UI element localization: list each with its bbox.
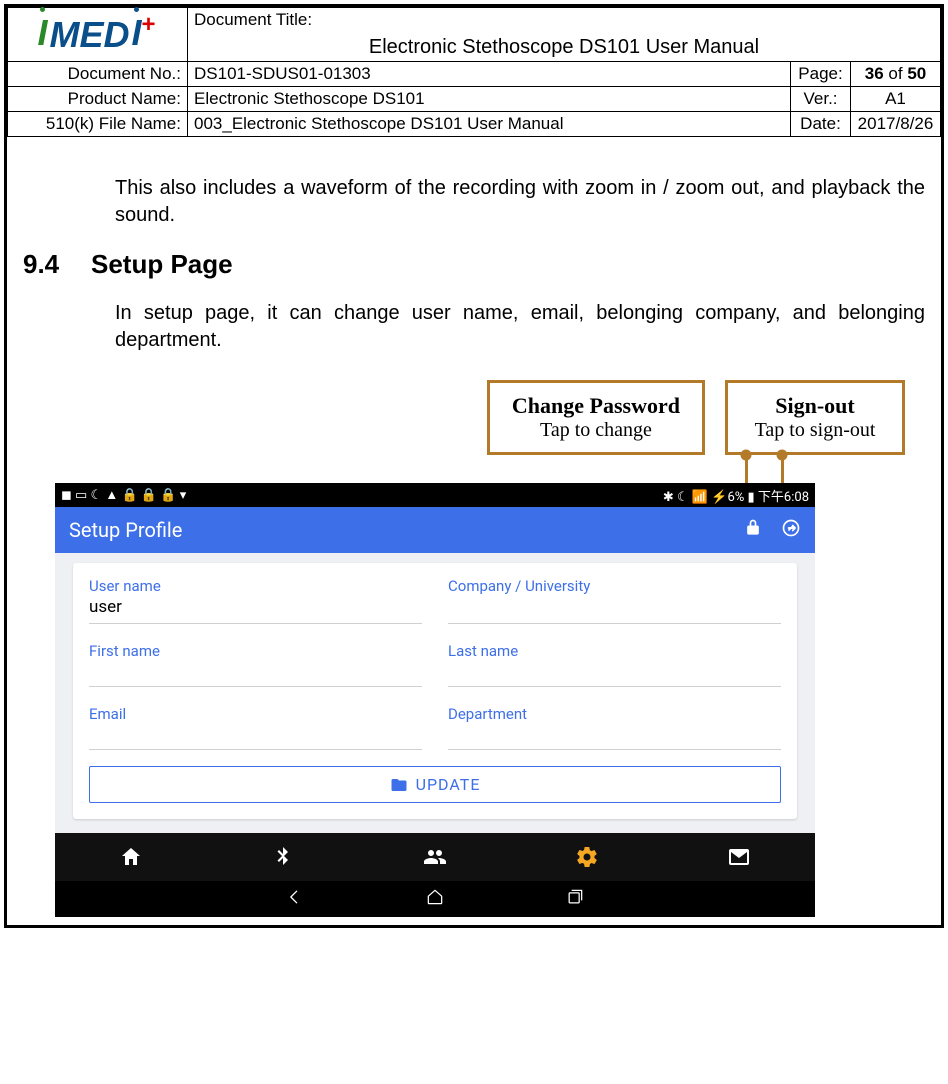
app-bar: Setup Profile <box>55 507 815 553</box>
callout-change-password: Change Password Tap to change <box>487 380 705 455</box>
ver-label: Ver.: <box>791 87 851 112</box>
callout-signout: Sign-out Tap to sign-out <box>725 380 905 455</box>
android-status-bar: ◼ ▭ ☾ ▲ 🔒 🔒 🔒 ▾ ✱ ☾ 📶 ⚡6% ▮ 下午6:08 <box>55 483 815 507</box>
nav-settings-active[interactable] <box>511 833 663 881</box>
doc-header-table: I MED I + Document Title: Electronic Ste… <box>7 7 941 137</box>
paragraph-waveform: This also includes a waveform of the rec… <box>115 175 925 229</box>
callout-row: Change Password Tap to change Sign-out T… <box>15 380 933 455</box>
nav-mail[interactable] <box>663 833 815 881</box>
page-label: Page: <box>791 62 851 87</box>
ver-value: A1 <box>851 87 941 112</box>
status-left-icons: ◼ ▭ ☾ ▲ 🔒 🔒 🔒 ▾ <box>61 487 186 503</box>
app-screenshot: ◼ ▭ ☾ ▲ 🔒 🔒 🔒 ▾ ✱ ☾ 📶 ⚡6% ▮ 下午6:08 Setup… <box>55 483 815 917</box>
firstname-field[interactable]: First name <box>89 642 422 687</box>
doc-no-value: DS101-SDUS01-01303 <box>188 62 791 87</box>
profile-card: User name user Company / University Firs… <box>73 563 797 819</box>
callout-title: Sign-out <box>750 393 880 419</box>
file-value: 003_Electronic Stethoscope DS101 User Ma… <box>188 112 791 137</box>
bottom-nav <box>55 833 815 881</box>
callout-subtitle: Tap to change <box>512 419 680 442</box>
update-button[interactable]: UPDATE <box>89 766 781 803</box>
email-field[interactable]: Email <box>89 705 422 750</box>
nav-bluetooth[interactable] <box>207 833 359 881</box>
department-field[interactable]: Department <box>448 705 781 750</box>
nav-home[interactable] <box>55 833 207 881</box>
doc-title-cell: Document Title: Electronic Stethoscope D… <box>188 8 941 62</box>
lock-icon[interactable] <box>743 518 763 543</box>
back-icon[interactable] <box>285 887 305 911</box>
section-heading: 9.4Setup Page <box>23 249 933 280</box>
callout-title: Change Password <box>512 393 680 419</box>
file-label: 510(k) File Name: <box>8 112 188 137</box>
doc-title: Electronic Stethoscope DS101 User Manual <box>194 30 934 59</box>
recents-icon[interactable] <box>565 887 585 911</box>
imedi-logo: I MED I + <box>14 11 181 58</box>
username-field[interactable]: User name user <box>89 577 422 624</box>
page-value: 36 of 50 <box>851 62 941 87</box>
signout-icon[interactable] <box>781 518 801 543</box>
paragraph-setup: In setup page, it can change user name, … <box>115 300 925 354</box>
doc-title-label: Document Title: <box>194 10 934 30</box>
lastname-field[interactable]: Last name <box>448 642 781 687</box>
folder-icon <box>390 776 408 794</box>
status-right: ✱ ☾ 📶 ⚡6% ▮ 下午6:08 <box>663 486 809 505</box>
home-icon[interactable] <box>425 887 445 911</box>
doc-no-label: Document No.: <box>8 62 188 87</box>
product-value: Electronic Stethoscope DS101 <box>188 87 791 112</box>
logo-cell: I MED I + <box>8 8 188 62</box>
date-value: 2017/8/26 <box>851 112 941 137</box>
product-label: Product Name: <box>8 87 188 112</box>
app-body: User name user Company / University Firs… <box>55 553 815 833</box>
android-nav-bar <box>55 881 815 917</box>
callout-subtitle: Tap to sign-out <box>750 419 880 442</box>
app-bar-title: Setup Profile <box>69 518 182 542</box>
plus-icon: + <box>142 11 156 39</box>
nav-people[interactable] <box>359 833 511 881</box>
company-field[interactable]: Company / University <box>448 577 781 624</box>
date-label: Date: <box>791 112 851 137</box>
